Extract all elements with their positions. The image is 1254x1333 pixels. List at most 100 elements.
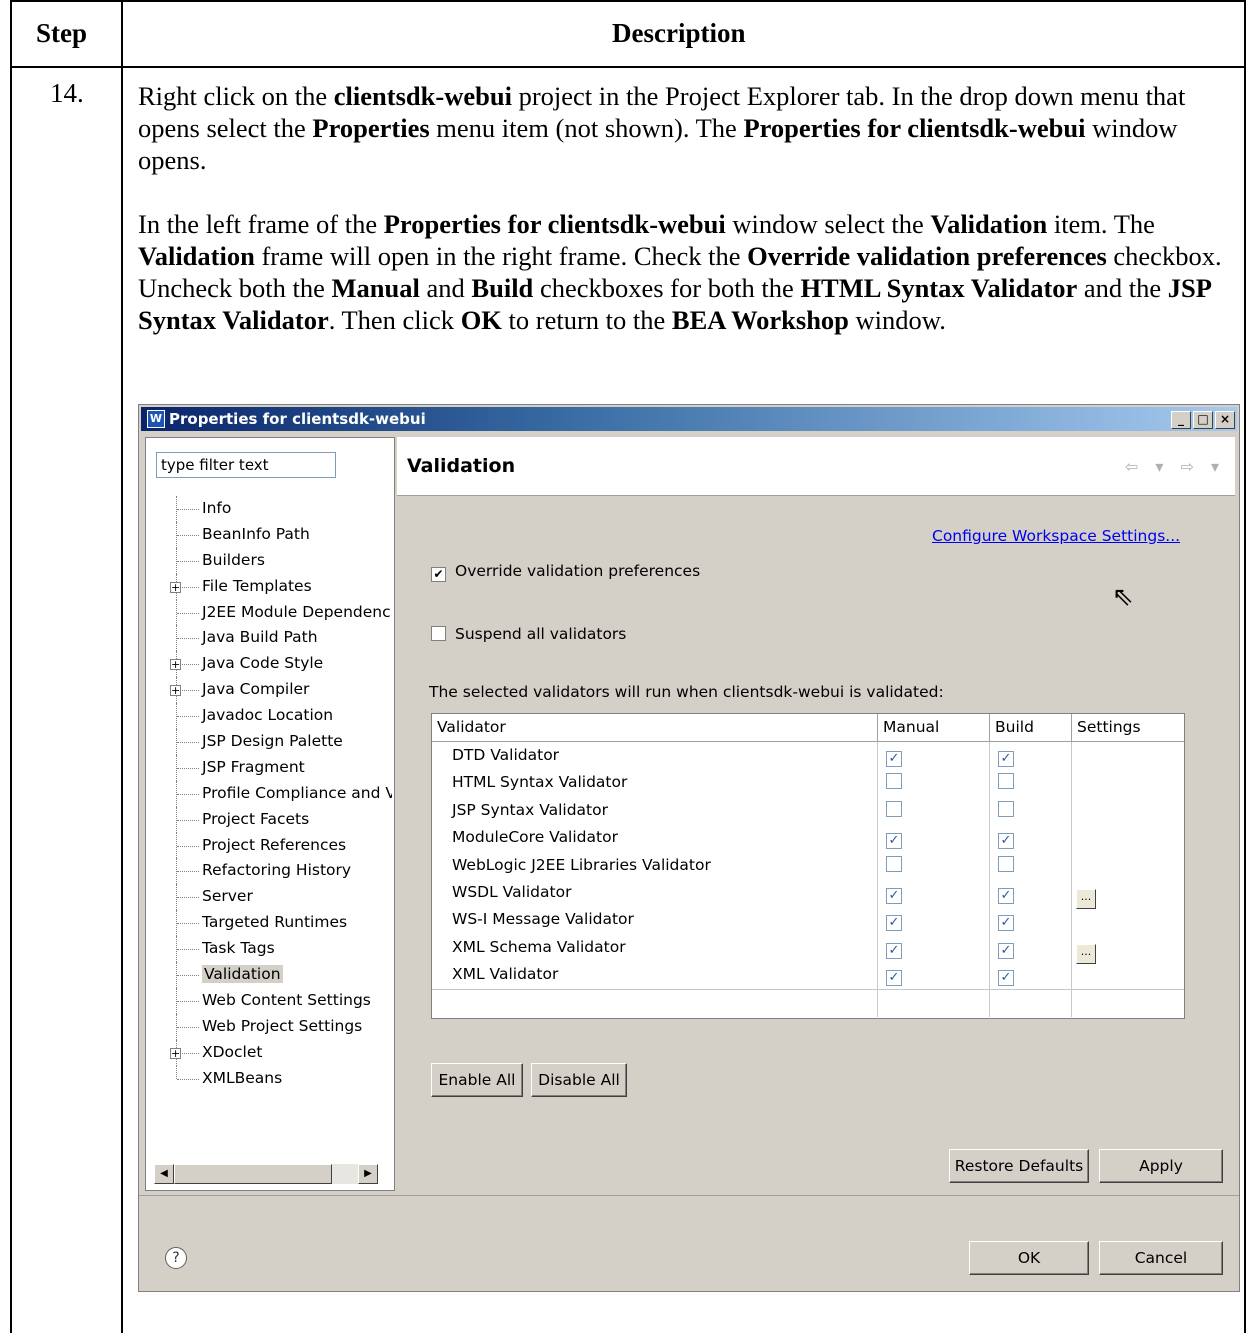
manual-checkbox[interactable]: ✓	[886, 915, 902, 932]
table-border-left	[10, 0, 12, 1333]
build-cell	[990, 796, 1072, 825]
expand-icon[interactable]: +	[170, 685, 181, 697]
disable-all-button[interactable]: Disable All	[531, 1063, 627, 1097]
col-build[interactable]: Build	[990, 714, 1072, 741]
tree-item[interactable]: Web Content Settings	[156, 987, 392, 1014]
settings-cell	[1072, 769, 1184, 796]
override-checkbox-row[interactable]: ✔ Override validation preferences	[431, 562, 700, 582]
tree-item-label: Refactoring History	[202, 861, 352, 880]
bold-term: Properties	[312, 113, 430, 143]
tree-item[interactable]: Project Facets	[156, 806, 392, 833]
close-button[interactable]: ×	[1215, 411, 1235, 429]
tree-item[interactable]: + XDoclet	[156, 1039, 392, 1066]
tree-connector	[176, 1065, 178, 1079]
dialog-titlebar[interactable]: W Properties for clientsdk-webui _ □ ×	[141, 407, 1237, 431]
bold-term: clientsdk-webui	[333, 81, 512, 111]
tree-item[interactable]: JSP Design Palette	[156, 729, 392, 755]
build-cell: ✓	[990, 824, 1072, 852]
tree-item[interactable]: + File Templates	[156, 573, 392, 600]
tree-item[interactable]: Info	[156, 496, 392, 522]
manual-checkbox[interactable]: ✓	[886, 833, 902, 850]
filter-input[interactable]: type filter text	[156, 452, 336, 478]
build-checkbox[interactable]	[998, 800, 1014, 817]
build-checkbox[interactable]: ✓	[998, 970, 1014, 987]
tree-item[interactable]: + Java Compiler	[156, 677, 392, 704]
scroll-right-icon[interactable]: ▶	[358, 1164, 378, 1184]
enable-all-button[interactable]: Enable All	[431, 1063, 523, 1097]
help-icon[interactable]: ?	[165, 1247, 187, 1269]
manual-checkbox[interactable]: ✓	[886, 970, 902, 987]
text-run: window.	[848, 305, 946, 335]
expand-icon[interactable]: +	[170, 1047, 181, 1059]
settings-cell	[1072, 824, 1184, 851]
ok-button[interactable]: OK	[969, 1241, 1089, 1275]
build-checkbox[interactable]: ✓	[998, 915, 1014, 932]
col-manual[interactable]: Manual	[878, 714, 990, 741]
empty-cell	[878, 989, 990, 1017]
scroll-left-icon[interactable]: ◀	[154, 1164, 174, 1184]
text-run: to return to the	[501, 305, 672, 335]
tree-connector	[177, 534, 199, 536]
build-checkbox[interactable]	[998, 773, 1014, 790]
tree-item[interactable]: JSP Fragment	[156, 754, 392, 781]
back-forward-nav-icon[interactable]: ⇦ ▾ ⇨ ▾	[1125, 457, 1225, 476]
scroll-thumb[interactable]	[174, 1164, 332, 1184]
apply-button[interactable]: Apply	[1099, 1149, 1223, 1183]
expand-icon[interactable]: +	[170, 581, 181, 593]
tree-item-label: J2EE Module Dependenci	[202, 602, 392, 621]
tree-item[interactable]: Project References	[156, 832, 392, 859]
manual-checkbox[interactable]	[886, 800, 902, 817]
manual-checkbox[interactable]: ✓	[886, 751, 902, 767]
override-checkbox[interactable]: ✔	[431, 567, 446, 582]
tree-item[interactable]: Java Build Path	[156, 625, 392, 652]
tree-item-label: Java Build Path	[202, 628, 318, 647]
tree-item-label: XMLBeans	[202, 1068, 283, 1087]
validators-table-header: Validator Manual Build Settings	[432, 714, 1184, 742]
bold-term: Properties for clientsdk-webui	[383, 209, 726, 239]
tree-item[interactable]: J2EE Module Dependenci	[156, 599, 392, 626]
tree-item[interactable]: Javadoc Location	[156, 703, 392, 730]
manual-cell	[878, 851, 990, 879]
tree-item[interactable]: Web Project Settings	[156, 1013, 392, 1040]
tree-item[interactable]: XMLBeans	[156, 1065, 392, 1092]
tree-item[interactable]: Builders	[156, 547, 392, 574]
build-checkbox[interactable]: ✓	[998, 751, 1014, 767]
manual-checkbox[interactable]: ✓	[886, 887, 902, 904]
tree-item[interactable]: Targeted Runtimes	[156, 910, 392, 937]
expand-icon[interactable]: +	[170, 659, 181, 671]
tree-item[interactable]: Server	[156, 884, 392, 911]
manual-cell	[878, 769, 990, 797]
manual-checkbox[interactable]: ✓	[886, 942, 902, 959]
col-settings[interactable]: Settings	[1072, 714, 1184, 741]
build-checkbox[interactable]: ✓	[998, 833, 1014, 850]
manual-cell: ✓	[878, 906, 990, 934]
minimize-button[interactable]: _	[1171, 411, 1191, 429]
tree-item[interactable]: BeanInfo Path	[156, 521, 392, 548]
tree-item[interactable]: + Java Code Style	[156, 651, 392, 678]
tree-item[interactable]: Task Tags	[156, 936, 392, 963]
tree-item-label: Validation	[202, 965, 283, 984]
build-checkbox[interactable]: ✓	[998, 887, 1014, 904]
manual-checkbox[interactable]	[886, 773, 902, 790]
tree-item[interactable]: Profile Compliance and Vä	[156, 780, 392, 807]
maximize-button[interactable]: □	[1193, 411, 1213, 429]
manual-cell: ✓	[878, 742, 990, 770]
restore-defaults-button[interactable]: Restore Defaults	[949, 1149, 1089, 1183]
build-checkbox[interactable]: ✓	[998, 942, 1014, 959]
empty-cell	[990, 989, 1072, 1017]
suspend-checkbox-row[interactable]: Suspend all validators	[431, 625, 626, 643]
tree-item-label: Web Project Settings	[202, 1016, 363, 1035]
workshop-logo-icon: W	[147, 410, 165, 428]
manual-checkbox[interactable]	[886, 855, 902, 872]
suspend-checkbox[interactable]	[431, 626, 446, 641]
tree-item[interactable]: Refactoring History	[156, 858, 392, 885]
table-row: WS-I Message Validator ✓ ✓	[432, 906, 1184, 934]
cancel-button[interactable]: Cancel	[1099, 1241, 1223, 1275]
validator-name: XML Schema Validator	[432, 933, 878, 962]
table-row: DTD Validator ✓ ✓	[432, 742, 1184, 770]
tree-horizontal-scrollbar[interactable]: ◀ ▶	[154, 1164, 378, 1184]
col-validator[interactable]: Validator	[432, 714, 878, 741]
build-checkbox[interactable]	[998, 855, 1014, 872]
tree-item[interactable]: Validation	[156, 962, 392, 988]
configure-workspace-link[interactable]: Configure Workspace Settings...	[932, 527, 1180, 545]
